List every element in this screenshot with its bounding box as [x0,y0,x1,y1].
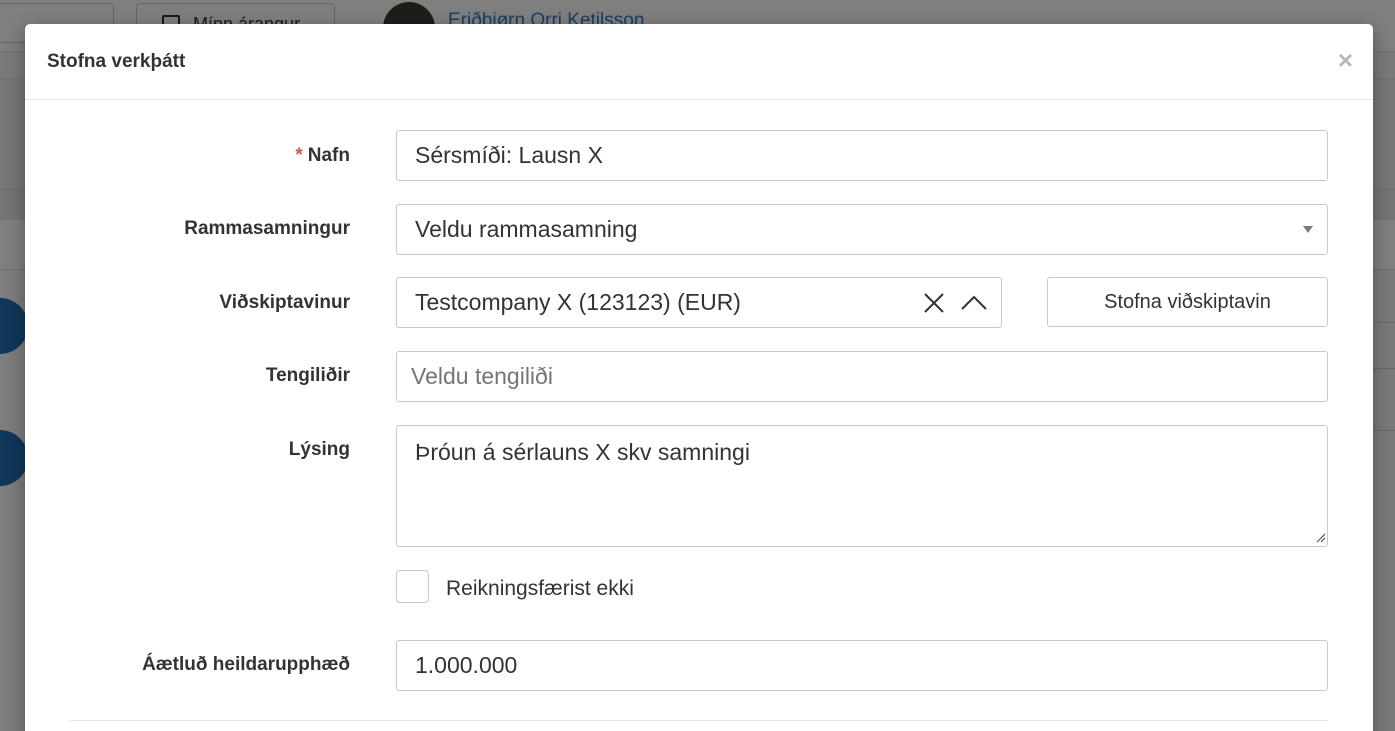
modal-header: Stofna verkþátt × [25,24,1373,100]
customer-value: Testcompany X (123123) (EUR) [415,289,741,315]
contacts-input[interactable] [396,351,1328,402]
description-label: Lýsing [288,439,350,460]
chevron-up-icon[interactable] [959,289,989,317]
create-customer-button[interactable]: Stofna viðskiptavin [1047,277,1328,327]
contacts-label: Tengiliðir [265,365,350,386]
clear-icon[interactable] [920,289,948,317]
not-invoiced-label[interactable]: Reikningsfærist ekki [446,577,634,601]
create-task-modal: Stofna verkþátt × *Nafn Rammasamningur V… [25,24,1373,731]
name-label: * Nafn [295,145,350,166]
customer-label: Viðskiptavinur [219,292,350,313]
modal-title: Stofna verkþátt [47,51,186,72]
required-indicator: * [295,145,303,166]
close-icon[interactable]: × [1338,42,1353,78]
resize-handle-icon[interactable] [1314,531,1326,543]
framework-agreement-label: Rammasamningur [184,218,350,239]
customer-select[interactable]: Testcompany X (123123) (EUR) [396,277,1002,328]
not-invoiced-checkbox[interactable] [396,570,429,603]
framework-agreement-select[interactable]: Veldu rammasamning [396,204,1328,255]
estimated-total-input[interactable] [396,640,1328,691]
description-textarea[interactable]: Þróun á sérlauns X skv samningi [396,425,1328,547]
divider [70,720,1328,721]
framework-agreement-value: Veldu rammasamning [415,216,638,242]
name-input[interactable] [396,130,1328,181]
estimated-total-label: Áætluð heildarupphæð [142,654,350,675]
dropdown-arrow-icon [1303,226,1313,233]
